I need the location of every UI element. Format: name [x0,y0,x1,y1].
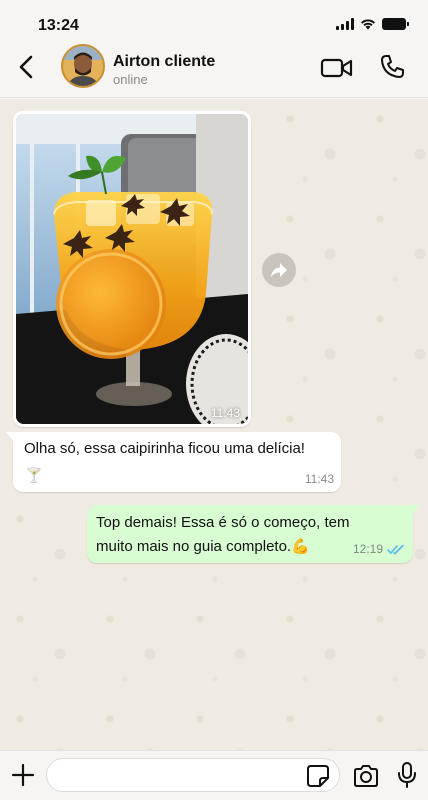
message-input[interactable] [46,758,340,792]
voice-call-button[interactable] [378,53,406,81]
back-button[interactable] [12,52,40,82]
message-meta: 12:19 [353,542,405,556]
video-camera-icon [320,58,353,78]
avatar[interactable] [61,44,105,88]
contact-name[interactable]: Airton cliente [113,53,215,71]
incoming-message[interactable]: Olha só, essa caipirinha ficou uma delíc… [6,432,341,492]
message-time: 11:43 [210,406,240,420]
camera-icon [354,765,378,787]
chevron-left-icon [19,55,33,79]
message-time: 12:19 [352,542,383,556]
wifi-icon [361,19,375,30]
forward-button[interactable] [262,253,296,287]
forward-icon [271,263,287,277]
chat-area[interactable]: 11:43 Olha só, essa caipirinha ficou uma… [0,99,428,750]
outgoing-message[interactable]: Top demais! Essa é só o começo, tem muit… [87,505,420,563]
status-time: 13:24 [38,17,79,34]
chat-screen: 13:24 Airton cliente online 11:43 Olha s… [0,0,428,800]
chat-header: Airton cliente online [0,40,428,98]
composer-bar [0,750,428,800]
message-emoji: 🍸 [25,467,43,483]
microphone-button[interactable] [396,761,418,789]
cocktail-image [16,114,248,424]
message-text-line-2: muito mais no guia completo.💪 [96,538,310,555]
message-text-line-1: Top demais! Essa é só o começo, tem [96,514,350,531]
microphone-icon [398,762,416,788]
sticker-icon [307,765,329,787]
attach-button[interactable] [10,762,36,788]
message-text: Olha só, essa caipirinha ficou uma delíc… [24,440,305,457]
battery-icon [382,18,409,30]
contact-status: online [113,72,148,87]
phone-icon [381,55,404,78]
avatar-photo [63,46,103,86]
message-time: 11:43 [304,472,334,486]
image-message[interactable]: 11:43 [13,111,251,427]
cocktail-photo[interactable]: 11:43 [16,114,248,424]
video-call-button[interactable] [320,54,354,82]
double-check-read-icon [387,544,404,554]
camera-button[interactable] [352,763,380,789]
status-bar: 13:24 [0,0,428,40]
signal-icon [336,18,354,30]
sticker-button[interactable] [306,764,330,788]
plus-icon [11,763,35,787]
status-icons [336,18,409,30]
